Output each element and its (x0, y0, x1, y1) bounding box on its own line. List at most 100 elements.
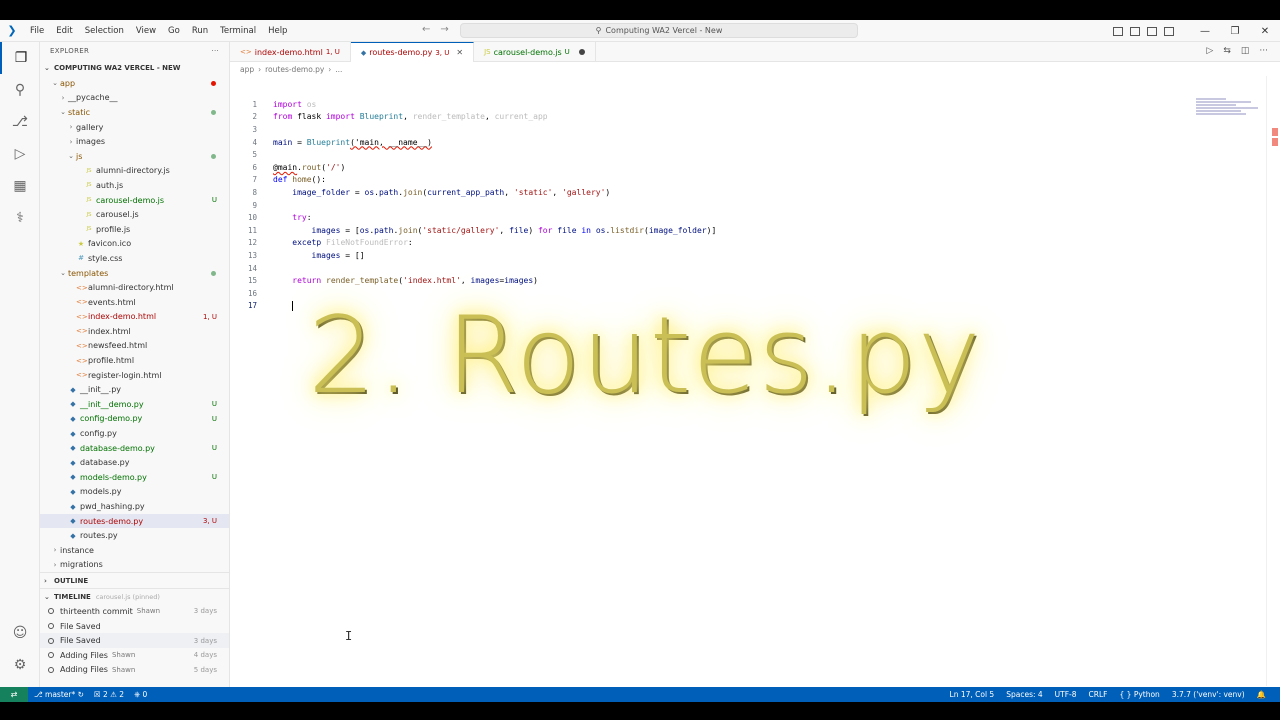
cursor-position[interactable]: Ln 17, Col 5 (950, 690, 995, 699)
tree-item-images[interactable]: › images (40, 134, 229, 149)
forward-arrow-icon[interactable]: → (440, 24, 448, 35)
tree-item-auth-js[interactable]: JS auth.js (40, 178, 229, 193)
minimize-icon[interactable]: — (1190, 26, 1220, 37)
tree-item--init-py[interactable]: ◆ __init__.py (40, 382, 229, 397)
close-icon[interactable]: ✕ (1250, 26, 1280, 37)
remote-indicator-icon[interactable]: ⇄ (0, 687, 28, 702)
menu-item-help[interactable]: Help (262, 26, 293, 36)
tree-item-carousel-demo-js[interactable]: JS carousel-demo.js U (40, 193, 229, 208)
vertical-scrollbar[interactable] (1266, 76, 1280, 686)
run-python-icon[interactable]: ▷ (1206, 46, 1213, 56)
menu-item-edit[interactable]: Edit (50, 26, 78, 36)
menu-item-go[interactable]: Go (162, 26, 186, 36)
tree-item--pycache-[interactable]: › __pycache__ (40, 91, 229, 106)
notifications-bell-icon[interactable]: 🔔 (1257, 690, 1266, 699)
code-line[interactable]: 5 (230, 148, 1180, 161)
end-of-line[interactable]: CRLF (1089, 690, 1108, 699)
workspace-root[interactable]: ⌄ COMPUTING WA2 VERCEL - NEW (40, 60, 229, 76)
code-line[interactable]: 11 images = [os.path.join('static/galler… (230, 224, 1180, 237)
menu-item-file[interactable]: File (24, 26, 50, 36)
code-line[interactable]: 4 main = Blueprint('main, __name__) (230, 136, 1180, 149)
tree-item-routes-py[interactable]: ◆ routes.py (40, 528, 229, 543)
tree-item-index-demo-html[interactable]: <> index-demo.html 1, U (40, 310, 229, 325)
tree-item-models-py[interactable]: ◆ models.py (40, 485, 229, 500)
tree-item-gallery[interactable]: › gallery (40, 120, 229, 135)
close-tab-icon[interactable]: ✕ (456, 48, 463, 57)
tree-item-register-login-html[interactable]: <> register-login.html (40, 368, 229, 383)
code-line[interactable]: 2 from flask import Blueprint, render_tem… (230, 111, 1180, 124)
accounts-icon[interactable]: ☺ (0, 617, 40, 649)
menu-item-run[interactable]: Run (186, 26, 214, 36)
customize-layout-icon[interactable] (1164, 26, 1174, 36)
tree-item-config-demo-py[interactable]: ◆ config-demo.py U (40, 412, 229, 427)
tree-item-events-html[interactable]: <> events.html (40, 295, 229, 310)
tree-item-models-demo-py[interactable]: ◆ models-demo.py U (40, 470, 229, 485)
tree-item-templates[interactable]: ⌄ templates (40, 266, 229, 281)
tree-item-instance[interactable]: › instance (40, 543, 229, 558)
code-line[interactable]: 9 (230, 199, 1180, 212)
minimap[interactable] (1196, 98, 1266, 128)
tree-item-alumni-directory-js[interactable]: JS alumni-directory.js (40, 164, 229, 179)
timeline-item[interactable]: File Saved (40, 619, 229, 634)
code-line[interactable]: 10 try: (230, 211, 1180, 224)
unsaved-dot-icon[interactable] (578, 49, 585, 55)
code-editor[interactable]: 1 import os 2 from flask import Blueprint, … (230, 98, 1180, 312)
tree-item-profile-html[interactable]: <> profile.html (40, 353, 229, 368)
breadcrumb-item[interactable]: ... (335, 65, 342, 74)
testing-icon[interactable]: ⚕ (0, 202, 40, 234)
tree-item-database-py[interactable]: ◆ database.py (40, 455, 229, 470)
branch-indicator[interactable]: ⎇ master* ↻ (34, 690, 84, 700)
back-arrow-icon[interactable]: ← (422, 24, 430, 35)
tab-carousel-demo-js[interactable]: JS carousel-demo.js U (474, 42, 596, 62)
tree-item-js[interactable]: ⌄ js (40, 149, 229, 164)
code-line[interactable]: 1 import os (230, 98, 1180, 111)
command-center[interactable]: ⚲ Computing WA2 Vercel - New (460, 23, 858, 38)
timeline-item[interactable]: Adding Files Shawn 5 days (40, 663, 229, 678)
compare-changes-icon[interactable]: ⇆ (1223, 46, 1231, 56)
tree-item-routes-demo-py[interactable]: ◆ routes-demo.py 3, U (40, 513, 229, 529)
more-actions-icon[interactable]: ··· (1259, 46, 1268, 56)
problems-indicator[interactable]: ☒ 2 ⚠ 2 (94, 690, 124, 700)
maximize-icon[interactable]: ❐ (1220, 26, 1250, 37)
search-icon[interactable]: ⚲ (0, 74, 40, 106)
code-line[interactable]: 6 @main.rout('/') (230, 161, 1180, 174)
source-control-icon[interactable]: ⎇ (0, 106, 40, 138)
tree-item-app[interactable]: ⌄ app (40, 76, 229, 91)
code-line[interactable]: 7 def home(): (230, 174, 1180, 187)
python-interpreter[interactable]: 3.7.7 ('venv': venv) (1172, 690, 1245, 699)
tab-index-demo-html[interactable]: <> index-demo.html 1, U (230, 42, 351, 62)
timeline-item[interactable]: File Saved 3 days (40, 633, 229, 648)
tab-routes-demo-py[interactable]: ◆ routes-demo.py 3, U ✕ (350, 42, 475, 62)
language-mode[interactable]: { } Python (1120, 690, 1160, 699)
tree-item-pwd-hashing-py[interactable]: ◆ pwd_hashing.py (40, 499, 229, 514)
extensions-icon[interactable]: ▦ (0, 170, 40, 202)
encoding[interactable]: UTF-8 (1055, 690, 1077, 699)
menu-item-terminal[interactable]: Terminal (214, 26, 262, 36)
timeline-item[interactable]: thirteenth commit Shawn 3 days (40, 604, 229, 619)
split-editor-icon[interactable]: ◫ (1241, 46, 1250, 56)
breadcrumb-item[interactable]: app (240, 65, 254, 74)
tree-item-alumni-directory-html[interactable]: <> alumni-directory.html (40, 280, 229, 295)
timeline-item[interactable]: Adding Files Shawn 4 days (40, 648, 229, 663)
toggle-secondary-sidebar-icon[interactable] (1147, 26, 1157, 36)
run-debug-icon[interactable]: ▷ (0, 138, 40, 170)
explorer-icon[interactable]: ❐ (0, 42, 40, 74)
tree-item--init-demo-py[interactable]: ◆ __init__demo.py U (40, 397, 229, 412)
menu-item-view[interactable]: View (130, 26, 162, 36)
toggle-panel-icon[interactable] (1130, 26, 1140, 36)
breadcrumb-item[interactable]: routes-demo.py (265, 65, 324, 74)
code-line[interactable]: 14 (230, 262, 1180, 275)
tree-item-style-css[interactable]: # style.css (40, 251, 229, 266)
tree-item-database-demo-py[interactable]: ◆ database-demo.py U (40, 441, 229, 456)
tree-item-static[interactable]: ⌄ static (40, 105, 229, 120)
toggle-sidebar-icon[interactable] (1113, 26, 1123, 36)
tree-item-favicon-ico[interactable]: ★ favicon.ico (40, 237, 229, 252)
indentation[interactable]: Spaces: 4 (1006, 690, 1042, 699)
timeline-section[interactable]: ⌄ TIMELINE carousel.js (pinned) (40, 588, 229, 604)
more-actions-icon[interactable]: ··· (211, 47, 219, 55)
code-line[interactable]: 15 return render_template('index.html', … (230, 274, 1180, 287)
code-line[interactable]: 8 image_folder = os.path.join(current_ap… (230, 186, 1180, 199)
manage-gear-icon[interactable]: ⚙ (0, 649, 40, 681)
code-line[interactable]: 12 excetp FileNotFoundError: (230, 237, 1180, 250)
tree-item-migrations[interactable]: › migrations (40, 558, 229, 573)
